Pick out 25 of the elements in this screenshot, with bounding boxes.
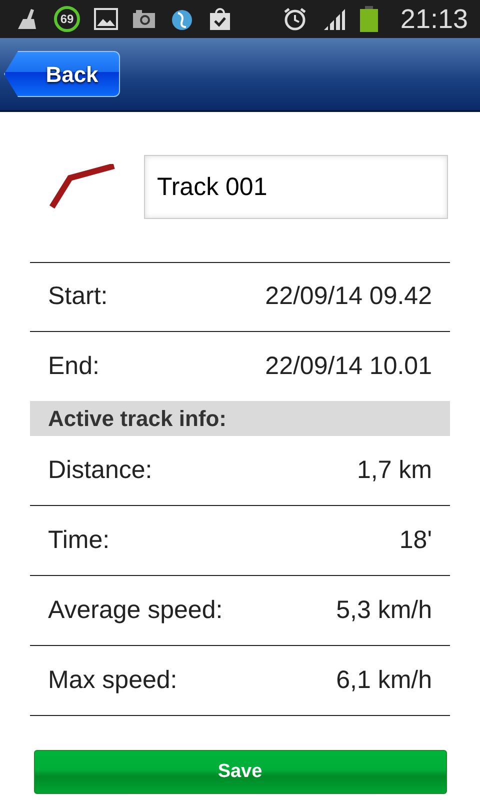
field-label: End: bbox=[48, 350, 100, 382]
status-badge: 69 bbox=[54, 6, 80, 32]
field-value: 6,1 km/h bbox=[336, 664, 432, 696]
field-value: 5,3 km/h bbox=[336, 594, 432, 626]
field-label: Distance: bbox=[48, 454, 152, 486]
clock-time: 21:13 bbox=[400, 2, 468, 36]
field-label: Average speed: bbox=[48, 594, 223, 626]
back-button[interactable]: Back bbox=[4, 51, 120, 97]
section-header: Active track info: bbox=[30, 401, 450, 436]
track-icon bbox=[48, 164, 116, 210]
field-value: 1,7 km bbox=[356, 454, 432, 486]
camera-icon bbox=[132, 9, 156, 29]
field-label: Max speed: bbox=[48, 664, 178, 696]
field-value: 22/09/14 09.42 bbox=[265, 281, 432, 312]
globe-icon bbox=[170, 7, 194, 31]
field-label: Start: bbox=[48, 281, 108, 312]
image-icon bbox=[94, 8, 118, 30]
field-value: 18' bbox=[399, 524, 432, 556]
track-name-field[interactable]: Track 001 bbox=[144, 155, 448, 219]
field-label: Time: bbox=[48, 524, 110, 556]
signal-icon bbox=[322, 7, 346, 31]
battery-icon bbox=[360, 6, 378, 32]
field-value: 22/09/14 10.01 bbox=[265, 350, 432, 382]
alarm-icon bbox=[282, 6, 308, 32]
bag-check-icon bbox=[208, 7, 232, 31]
